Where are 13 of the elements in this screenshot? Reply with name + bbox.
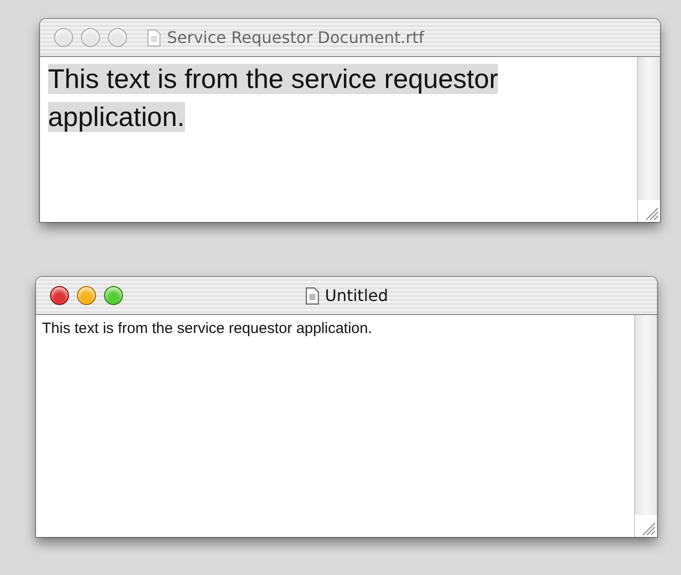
close-button[interactable] bbox=[50, 286, 69, 305]
document-icon bbox=[304, 286, 319, 304]
window-title: Service Requestor Document.rtf bbox=[167, 28, 424, 47]
document-text: This text is from the service requestor application. bbox=[42, 319, 374, 339]
zoom-button[interactable] bbox=[108, 28, 127, 47]
zoom-button[interactable] bbox=[104, 286, 123, 305]
resize-grip-icon[interactable] bbox=[638, 200, 660, 222]
window-title: Untitled bbox=[324, 286, 388, 305]
minimize-button[interactable] bbox=[77, 286, 96, 305]
document-icon bbox=[147, 28, 161, 46]
document-text: This text is from the service requestor application. bbox=[48, 63, 500, 134]
resize-grip-icon[interactable] bbox=[635, 515, 657, 537]
minimize-button[interactable] bbox=[81, 28, 100, 47]
